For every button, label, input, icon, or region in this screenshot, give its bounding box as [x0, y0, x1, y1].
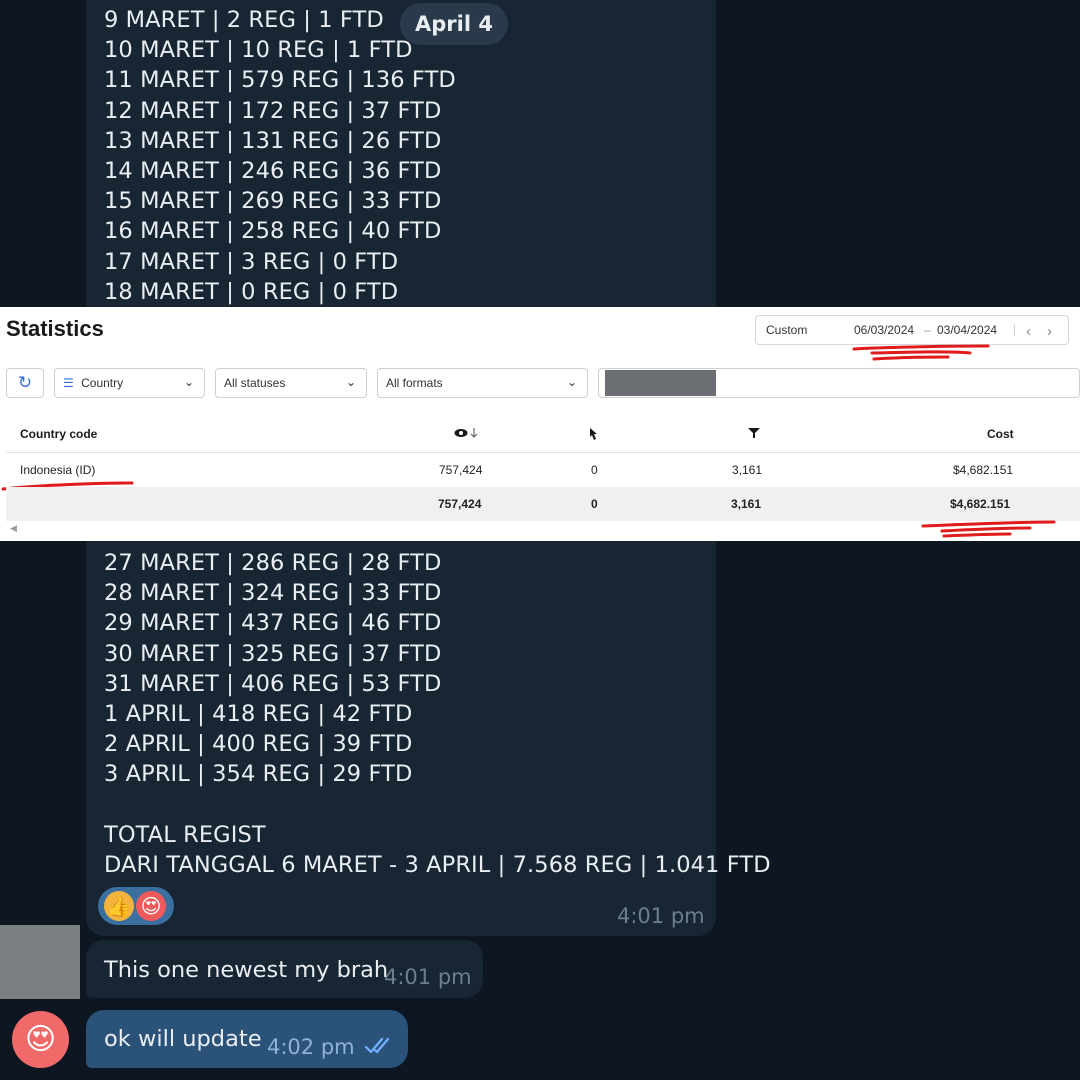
- report-line: 14 MARET | 246 REG | 36 FTD: [104, 158, 442, 184]
- total-conversions: 3,161: [731, 497, 762, 511]
- report-line: 16 MARET | 258 REG | 40 FTD: [104, 218, 442, 245]
- chevron-left-icon[interactable]: ‹: [1026, 323, 1031, 340]
- row-cost: $4,682.151: [953, 463, 1014, 477]
- refresh-icon: ↻: [17, 373, 33, 392]
- report-line: 12 MARET | 172 REG | 37 FTD: [104, 97, 442, 124]
- page-title: Statistics: [6, 316, 104, 341]
- totals-row: [6, 487, 1080, 521]
- chevron-right-icon[interactable]: ›: [1047, 323, 1052, 340]
- report-line: 17 MARET | 3 REG | 0 FTD: [104, 248, 399, 275]
- date-pill: April 4: [400, 3, 508, 45]
- report-line: 31 MARET | 406 REG | 53 FTD: [104, 670, 442, 697]
- report-line: 18 MARET | 0 REG | 0 FTD: [104, 278, 399, 305]
- cursor-icon: [590, 428, 597, 440]
- group-by-select[interactable]: ☰ Country ⌄: [54, 368, 205, 398]
- report-line: 28 MARET | 324 REG | 33 FTD: [104, 580, 442, 607]
- date-from[interactable]: 06/03/2024: [854, 323, 914, 337]
- scroll-left-icon[interactable]: ◀: [10, 523, 17, 534]
- report-line: 3 APRIL | 354 REG | 29 FTD: [104, 761, 413, 788]
- avatar[interactable]: [0, 925, 80, 999]
- report-line: 1 APRIL | 418 REG | 42 FTD: [104, 701, 413, 727]
- report-line: 9 MARET | 2 REG | 1 FTD: [104, 7, 384, 33]
- status-select[interactable]: All statuses ⌄: [215, 368, 367, 398]
- total-clicks: 0: [591, 497, 598, 511]
- column-clicks[interactable]: [587, 427, 599, 444]
- row-clicks: 0: [591, 463, 598, 477]
- message-reactions[interactable]: 👍 😍: [98, 887, 174, 925]
- message-time: 4:01 pm: [617, 904, 705, 928]
- total-cost: $4,682.151: [950, 497, 1011, 511]
- format-select-value: All formats: [386, 376, 443, 390]
- total-impressions: 757,424: [438, 497, 482, 511]
- format-select[interactable]: All formats ⌄: [377, 368, 588, 398]
- header-divider: [6, 452, 1080, 453]
- range-mode-label[interactable]: Custom: [766, 323, 807, 337]
- eye-icon: [454, 428, 478, 438]
- statistics-panel: Statistics Custom 06/03/2024 – 03/04/202…: [0, 307, 1080, 541]
- column-conversions[interactable]: [748, 427, 760, 442]
- funnel-icon: [748, 428, 760, 438]
- total-title: TOTAL REGIST: [104, 822, 266, 848]
- row-country: Indonesia (ID): [20, 463, 96, 477]
- row-impressions: 757,424: [439, 463, 483, 477]
- report-line: 30 MARET | 325 REG | 37 FTD: [104, 640, 442, 667]
- row-conversions: 3,161: [732, 463, 763, 477]
- group-by-icon-wrap: ☰ Country: [63, 376, 123, 390]
- chevron-down-icon: ⌄: [566, 375, 577, 389]
- report-line: 11 MARET | 579 REG | 136 FTD: [104, 67, 456, 94]
- total-line: DARI TANGGAL 6 MARET - 3 APRIL | 7.568 R…: [104, 852, 771, 878]
- report-line: 27 MARET | 286 REG | 28 FTD: [104, 550, 442, 576]
- date-separator: –: [924, 323, 931, 337]
- divider: |: [1013, 322, 1017, 336]
- date-range-picker[interactable]: Custom 06/03/2024 – 03/04/2024 | ‹ ›: [755, 315, 1069, 345]
- sort-lines-icon: ☰: [63, 376, 74, 390]
- date-to[interactable]: 03/04/2024: [937, 323, 997, 337]
- status-select-value: All statuses: [224, 376, 286, 390]
- red-underline-mark: [921, 520, 1056, 538]
- column-country-code[interactable]: Country code: [20, 427, 97, 441]
- double-check-icon: [364, 1037, 390, 1054]
- heart-eyes-reaction-icon[interactable]: 😍: [136, 891, 166, 921]
- chevron-down-icon: ⌄: [345, 375, 356, 389]
- chevron-down-icon: ⌄: [183, 375, 194, 389]
- refresh-button[interactable]: ↻: [6, 368, 44, 398]
- incoming-message-text: This one newest my brah: [104, 957, 389, 983]
- incoming-message-time: 4:01 pm: [384, 965, 472, 989]
- report-line: 2 APRIL | 400 REG | 39 FTD: [104, 731, 413, 758]
- report-line: 29 MARET | 437 REG | 46 FTD: [104, 610, 442, 637]
- redacted-block: [605, 370, 716, 396]
- outgoing-message-time: 4:02 pm: [267, 1035, 355, 1059]
- report-line: 13 MARET | 131 REG | 26 FTD: [104, 127, 442, 154]
- column-impressions[interactable]: [454, 427, 482, 442]
- group-by-value: Country: [81, 376, 124, 390]
- column-cost[interactable]: Cost: [987, 427, 1014, 441]
- report-line: 10 MARET | 10 REG | 1 FTD: [104, 37, 413, 64]
- thumbs-up-reaction-icon[interactable]: 👍: [104, 891, 134, 921]
- red-underline-mark: [852, 344, 990, 361]
- outgoing-message-text: ok will update: [104, 1026, 262, 1052]
- my-avatar[interactable]: 😍: [12, 1011, 69, 1068]
- report-line: 15 MARET | 269 REG | 33 FTD: [104, 188, 442, 215]
